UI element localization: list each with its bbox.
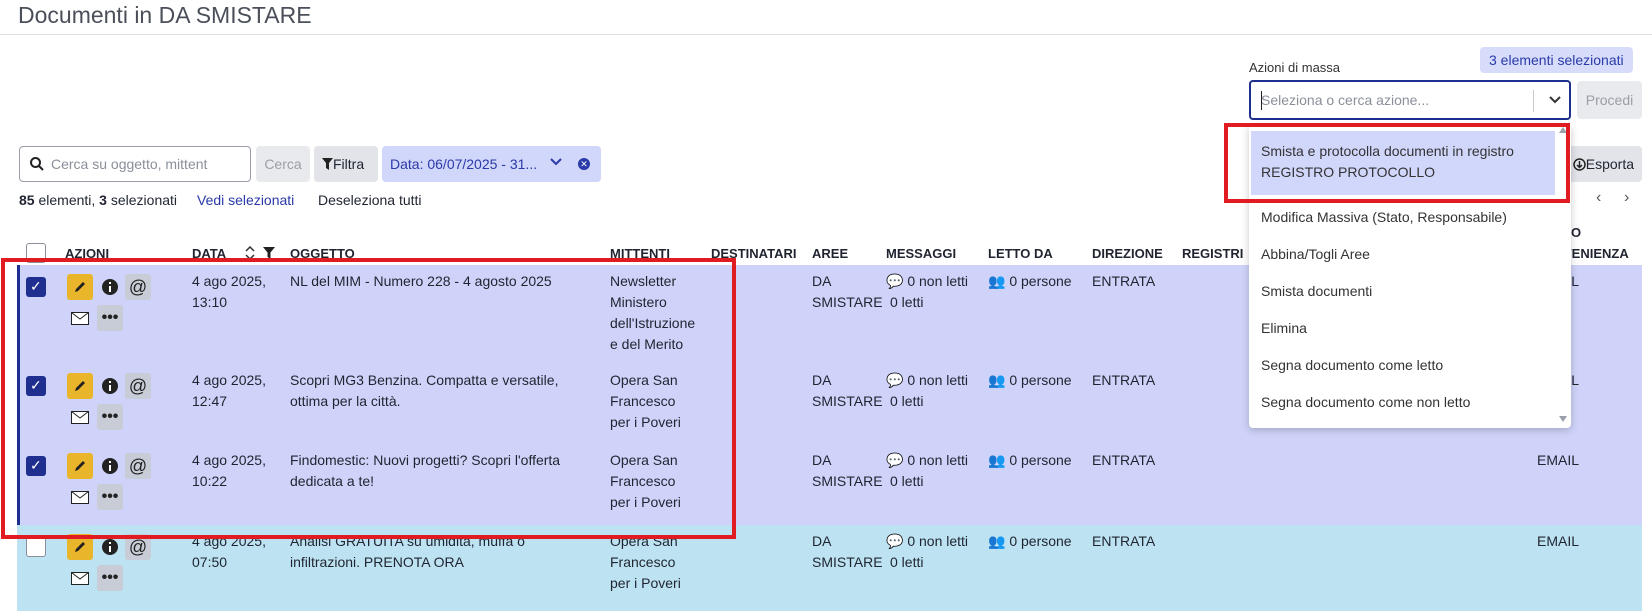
download-icon [1573, 158, 1586, 171]
users-icon: 👥 [988, 452, 1006, 468]
cell-aree: SMISTARE [812, 473, 883, 489]
cell-aree: DA [812, 273, 832, 289]
vedi-selezionati-link[interactable]: Vedi selezionati [197, 192, 294, 208]
cell-direzione: ENTRATA [1092, 533, 1156, 549]
readers-count: 0 persone [1009, 452, 1072, 468]
date-filter-chip[interactable]: Data: 06/07/2025 - 31... ✕ [382, 146, 601, 182]
envelope-icon[interactable] [67, 565, 93, 591]
cell-direzione: ENTRATA [1092, 372, 1156, 388]
selected-count-badge: 3 elementi selezionati [1480, 47, 1633, 73]
cell-letti: 0 letti [890, 473, 924, 489]
users-icon: 👥 [988, 372, 1006, 388]
clear-filter-icon[interactable]: ✕ [578, 158, 590, 170]
cell-letti: 0 letti [890, 294, 924, 310]
unread-count: 0 non letti [907, 533, 969, 549]
readers-count: 0 persone [1009, 372, 1072, 388]
chat-bubble-icon: 💬 [886, 273, 904, 289]
cell-messaggi: 💬 0 non letti [886, 370, 968, 391]
cell-direzione: ENTRATA [1092, 452, 1156, 468]
dropdown-option-abbina-aree[interactable]: Abbina/Togli Aree [1249, 236, 1571, 273]
chat-bubble-icon: 💬 [886, 452, 904, 468]
date-filter-label: Data: 06/07/2025 - 31... [390, 156, 538, 172]
cell-direzione: ENTRATA [1092, 273, 1156, 289]
col-letto-da[interactable]: LETTO DA [988, 246, 1053, 261]
cell-aree: SMISTARE [812, 393, 883, 409]
procedi-button[interactable]: Procedi [1577, 81, 1642, 119]
cell-messaggi: 💬 0 non letti [886, 531, 968, 552]
dropdown-option-segna-letto[interactable]: Segna documento come letto [1249, 347, 1571, 384]
deseleziona-tutti-link[interactable]: Deseleziona tutti [318, 192, 422, 208]
unread-count: 0 non letti [907, 372, 969, 388]
highlight-box-option [1224, 123, 1570, 203]
search-input[interactable]: Cerca su oggetto, mittent [19, 146, 251, 182]
cell-letto-da: 👥 0 persone [988, 271, 1072, 292]
cerca-button[interactable]: Cerca [256, 146, 310, 182]
dropdown-option-elimina[interactable]: Elimina [1249, 310, 1571, 347]
mass-actions-label: Azioni di massa [1249, 60, 1341, 75]
cell-aree: DA [812, 372, 832, 388]
chat-bubble-icon: 💬 [886, 533, 904, 549]
row-checkbox[interactable] [26, 537, 46, 557]
users-icon: 👥 [988, 273, 1006, 289]
cell-oggetto: infiltrazioni. PRENOTA ORA [290, 554, 465, 570]
title-divider [0, 34, 1652, 35]
col-direzione[interactable]: DIREZIONE [1092, 246, 1163, 261]
cell-aree: SMISTARE [812, 554, 883, 570]
text-caret [1261, 91, 1262, 110]
cell-provenienza: EMAIL [1537, 452, 1580, 468]
readers-count: 0 persone [1009, 273, 1072, 289]
total-count-text: elementi, [38, 192, 96, 208]
cell-messaggi: 💬 0 non letti [886, 271, 968, 292]
filter-icon [322, 158, 333, 170]
selected-count: 3 [99, 192, 107, 208]
cell-aree: DA [812, 452, 832, 468]
chevron-down-icon[interactable] [550, 158, 562, 167]
col-messaggi[interactable]: MESSAGGI [886, 246, 956, 261]
mass-action-placeholder: Seleziona o cerca azione... [1261, 92, 1430, 108]
cell-letto-da: 👥 0 persone [988, 370, 1072, 391]
cell-provenienza: EMAIL [1537, 533, 1580, 549]
esporta-label: Esporta [1585, 156, 1634, 172]
col-aree[interactable]: AREE [812, 246, 848, 261]
unread-count: 0 non letti [907, 273, 969, 289]
dropdown-option-smista[interactable]: Smista documenti [1249, 273, 1571, 310]
chat-bubble-icon: 💬 [886, 372, 904, 388]
cell-letti: 0 letti [890, 393, 924, 409]
search-icon [30, 157, 44, 171]
filtra-button[interactable]: Filtra [314, 146, 378, 182]
search-placeholder: Cerca su oggetto, mittent [51, 156, 208, 172]
select-separator [1533, 90, 1534, 112]
chevron-down-icon[interactable] [1543, 88, 1567, 112]
cell-letto-da: 👥 0 persone [988, 450, 1072, 471]
cell-date: 07:50 [192, 554, 228, 570]
cell-letti: 0 letti [890, 554, 924, 570]
filtra-label: Filtra [333, 156, 365, 172]
col-registri[interactable]: REGISTRI [1182, 246, 1243, 261]
more-icon[interactable]: ••• [97, 565, 123, 591]
col-provenienza-line2: VENIENZA [1563, 246, 1629, 261]
cell-mittente: per i Poveri [610, 575, 681, 591]
dropdown-option-segna-non-letto[interactable]: Segna documento come non letto [1249, 384, 1571, 421]
scroll-down-arrow-icon[interactable] [1559, 416, 1567, 422]
unread-count: 0 non letti [907, 452, 969, 468]
highlight-box-rows [1, 258, 736, 539]
cell-messaggi: 💬 0 non letti [886, 450, 968, 471]
total-count: 85 [19, 192, 35, 208]
users-icon: 👥 [988, 533, 1006, 549]
selection-summary: 85 elementi, 3 selezionati [19, 192, 177, 208]
chevron-right-icon[interactable]: › [1624, 189, 1629, 207]
page-title: Documenti in DA SMISTARE [18, 2, 312, 28]
mass-action-select[interactable]: Seleziona o cerca azione... [1249, 80, 1571, 120]
selected-count-text: selezionati [110, 192, 178, 208]
cell-mittente: Francesco [610, 554, 676, 570]
cell-letto-da: 👥 0 persone [988, 531, 1072, 552]
cell-aree: DA [812, 533, 832, 549]
cell-aree: SMISTARE [812, 294, 883, 310]
chevron-left-icon[interactable]: ‹ [1596, 189, 1601, 207]
readers-count: 0 persone [1009, 533, 1072, 549]
dropdown-option-modifica-massiva[interactable]: Modifica Massiva (Stato, Responsabile) [1249, 199, 1571, 236]
